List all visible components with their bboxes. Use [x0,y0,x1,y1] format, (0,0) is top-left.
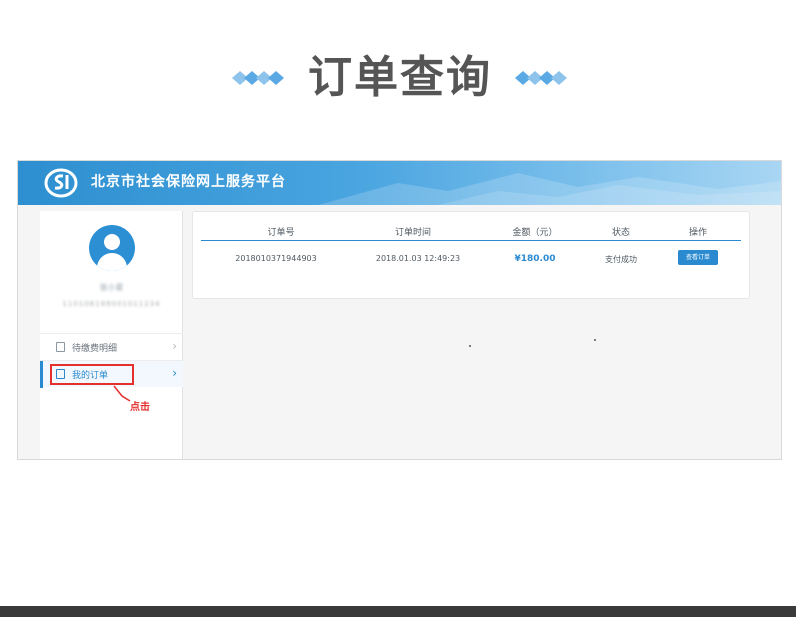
diamond-decoration-icon [515,71,567,85]
order-time-cell: 2018.01.03 12:49:23 [375,254,461,263]
chevron-right-icon: › [172,366,177,380]
orders-table: 订单号 订单时间 金额（元） 状态 操作 2018010371944903 20… [192,211,750,299]
column-header-order-time: 订单时间 [394,228,431,238]
status-cell: 支付成功 [605,255,637,264]
view-order-button[interactable]: 查看订单 [678,250,718,265]
avatar-body [97,253,127,271]
sidebar: 张小星 110108199001011234 待缴费明细 › 我的订单 › [40,211,183,459]
site-name: 北京市社会保险网上服务平台 [91,174,286,190]
user-name: 张小星 [99,283,124,292]
order-no-cell: 2018010371944903 [235,254,317,263]
amount-cell: ¥180.00 [514,254,556,264]
column-header-amount: 金额（元） [512,228,558,238]
chevron-right-icon: › [172,339,177,353]
sidebar-item-label: 待缴费明细 [72,344,118,354]
header-divider [201,240,741,241]
active-indicator [40,361,43,388]
page-title-area: 订单查询 [0,50,796,106]
column-header-order-no: 订单号 [267,228,295,238]
diamond-decoration-icon [232,71,284,85]
document-icon [56,342,65,352]
click-callout-label: 点击 [130,402,150,413]
column-header-action: 操作 [688,228,707,238]
si-logo-icon[interactable] [44,167,78,199]
avatar[interactable] [89,225,135,271]
stray-dot [469,345,471,347]
column-header-status: 状态 [611,228,630,238]
sidebar-item-pending-payment[interactable]: 待缴费明细 › [40,333,183,360]
user-id: 110108199001011234 [62,300,161,308]
click-highlight-box [50,364,134,385]
avatar-head [104,234,120,250]
page-title: 订单查询 [308,52,492,103]
footer-bar [0,606,796,617]
stray-dot [594,339,596,341]
app-window: 北京市社会保险网上服务平台 张小星 110108199001011234 待缴费… [17,160,782,460]
app-header: 北京市社会保险网上服务平台 [18,161,781,205]
